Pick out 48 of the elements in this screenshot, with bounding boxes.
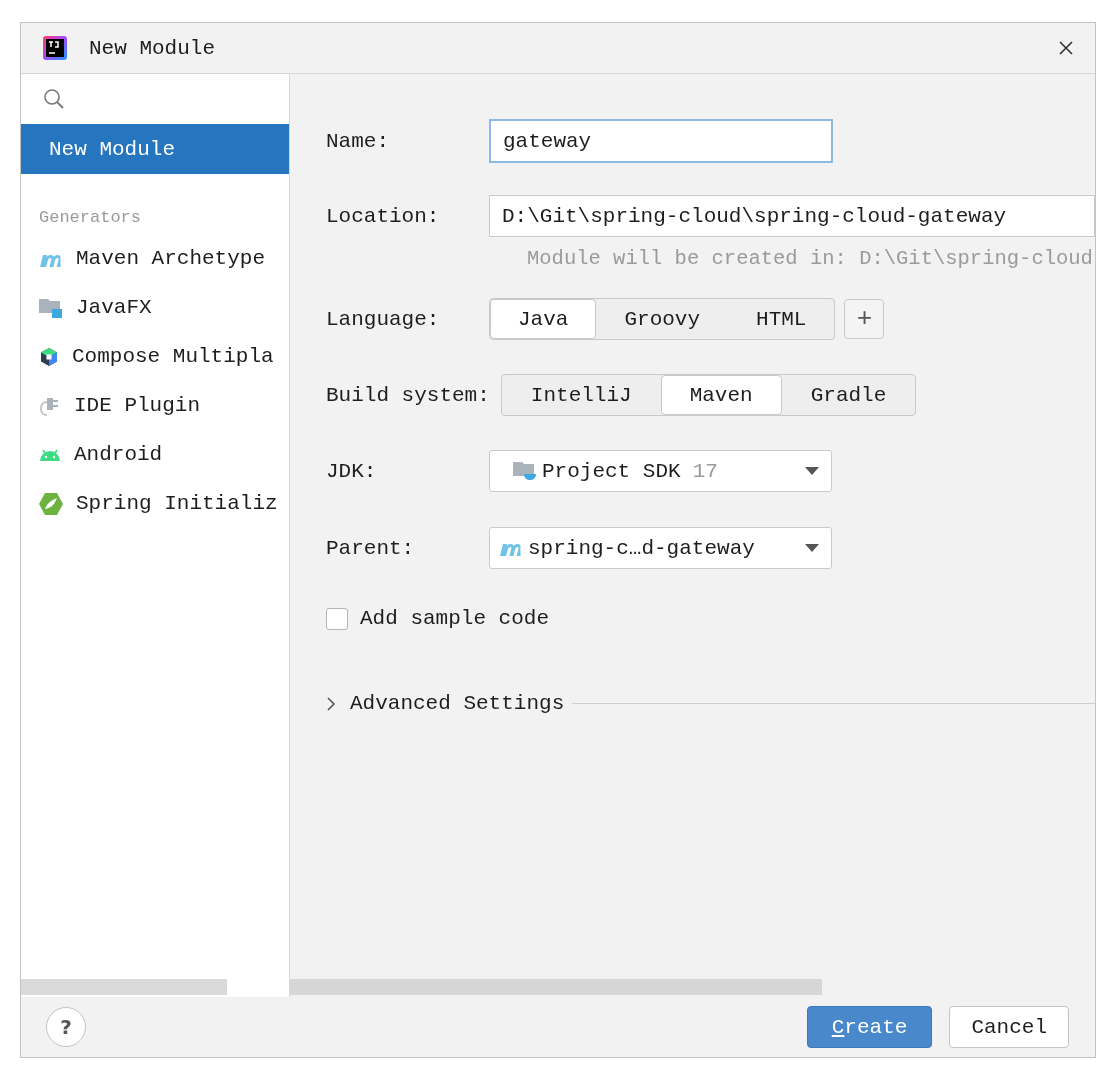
help-button[interactable]: ?	[46, 1007, 86, 1047]
generator-item[interactable]: IDE Plugin	[74, 394, 201, 417]
cancel-button[interactable]: Cancel	[949, 1006, 1069, 1048]
field-label: Location:	[326, 204, 441, 228]
location-field[interactable]: D:\Git\spring-cloud\spring-cloud-gateway	[489, 195, 1095, 237]
field-label: Parent:	[326, 536, 416, 560]
dropdown-value: spring-c…d-gateway	[528, 536, 755, 560]
scrollbar[interactable]	[290, 979, 822, 995]
name-field[interactable]: gateway	[489, 119, 833, 163]
search-icon[interactable]	[43, 88, 65, 110]
field-label: JDK:	[326, 459, 378, 483]
hint-text: Module will be created in: D:\Git\spring-cloud	[527, 247, 1094, 270]
window-title: New Module	[89, 36, 217, 60]
app-logo-icon	[43, 36, 67, 60]
build-option[interactable]: Maven	[660, 375, 782, 415]
scrollbar[interactable]	[21, 979, 227, 995]
add-button[interactable]: +	[844, 299, 885, 339]
build-option[interactable]: Gradle	[781, 375, 916, 415]
language-option[interactable]: Groovy	[596, 299, 729, 339]
language-option[interactable]: HTML	[728, 299, 835, 339]
chevron-icon[interactable]	[326, 696, 336, 711]
parent-dropdown[interactable]: spring-c…d-gateway	[489, 527, 832, 569]
language-option[interactable]: Java	[490, 299, 597, 339]
dropdown-value: Project SDK	[542, 459, 681, 483]
sidebar-item[interactable]: New Module	[21, 124, 289, 174]
version-text: 17	[692, 459, 718, 483]
folder-icon	[512, 460, 538, 482]
checkbox[interactable]	[326, 607, 348, 630]
generator-item[interactable]: Android	[74, 443, 163, 466]
hexagon-icon	[38, 345, 60, 368]
leaf-icon	[38, 490, 64, 517]
close-icon[interactable]	[1059, 41, 1073, 55]
create-button[interactable]: Create	[806, 1006, 933, 1048]
jdk-dropdown[interactable]: Project SDK 17	[489, 450, 832, 492]
field-label: Language:	[326, 307, 441, 331]
field-label: Build system:	[326, 383, 490, 407]
generator-item[interactable]: JavaFX	[76, 296, 152, 319]
section-toggle[interactable]: Advanced Settings	[350, 692, 565, 715]
checkbox-label[interactable]: Add sample code	[360, 607, 550, 630]
section-label: Generators	[39, 208, 143, 229]
build-option[interactable]: IntelliJ	[501, 375, 661, 415]
generator-item[interactable]: Maven Archetype	[76, 247, 266, 270]
caret-icon	[805, 544, 819, 552]
caret-icon	[805, 467, 819, 475]
generator-item[interactable]: Compose Multipla	[72, 345, 274, 368]
field-label: Name:	[326, 129, 390, 153]
generator-item[interactable]: Spring Initializ	[76, 492, 278, 515]
folder-icon	[38, 296, 64, 319]
